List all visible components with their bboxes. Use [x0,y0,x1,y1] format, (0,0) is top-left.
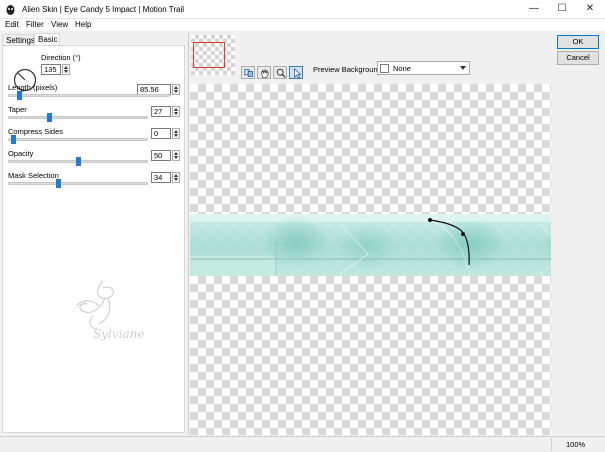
opacity-label: Opacity [8,149,34,158]
taper-label: Taper [8,105,27,114]
navigator-thumbnail[interactable] [191,35,235,75]
opacity-spinner[interactable] [172,150,180,161]
motion-trail-render [190,214,552,276]
menu-edit[interactable]: Edit [5,20,19,29]
mask-selection-slider-thumb[interactable] [56,179,61,188]
taper-slider-track[interactable] [8,116,148,119]
close-icon[interactable]: ✕ [576,0,604,19]
navigator-viewport-frame[interactable] [193,42,225,68]
opacity-input[interactable]: 50 [151,150,171,161]
title-bar: Alien Skin | Eye Candy 5 Impact | Motion… [0,0,605,19]
cancel-button[interactable]: Cancel [557,51,599,65]
ok-button[interactable]: OK [557,35,599,49]
basic-tab-content: Direction (°) 135 Length (pixels) 85.56 … [2,45,185,433]
menu-help[interactable]: Help [75,20,91,29]
minimize-icon[interactable]: — [520,0,548,19]
taper-input[interactable]: 27 [151,106,171,117]
mask-selection-label: Mask Selection [8,171,59,180]
chevron-down-icon [460,66,466,70]
direction-input[interactable]: 135 [41,64,61,75]
opacity-slider-thumb[interactable] [76,157,81,166]
preview-background-select[interactable]: None [377,61,470,75]
menu-bar: Edit Filter View Help [0,19,605,31]
preview-canvas[interactable] [190,84,552,435]
compress-sides-spinner[interactable] [172,128,180,139]
compress-sides-slider-track[interactable] [8,138,148,141]
hand-tool-icon[interactable] [257,66,271,79]
preview-background-value: None [393,64,411,73]
length-label: Length (pixels) [8,83,58,92]
direction-label: Direction (°) [41,53,81,62]
status-divider [551,438,552,451]
length-slider-track[interactable] [8,94,170,97]
alien-skin-icon [6,5,15,15]
direction-spinner[interactable] [62,64,70,75]
preview-background-label: Preview Background: [313,65,384,74]
compare-tool-icon[interactable] [241,66,255,79]
mask-selection-slider-track[interactable] [8,182,148,185]
selection-arrow-tool-icon[interactable] [289,66,303,79]
maximize-icon[interactable]: ☐ [548,0,576,19]
length-slider-thumb[interactable] [17,91,22,100]
compress-sides-label: Compress Sides [8,127,64,136]
window-title: Alien Skin | Eye Candy 5 Impact | Motion… [22,5,185,14]
taper-slider-thumb[interactable] [47,113,52,122]
menu-filter[interactable]: Filter [26,20,44,29]
watermark-logo: Sylviane [76,280,144,341]
dialog-buttons: OK Cancel [551,32,605,435]
zoom-level: 100% [566,440,586,449]
menu-view[interactable]: View [51,20,68,29]
status-bar: 100% [0,436,605,452]
settings-panel: Settings Basic Direction (°) 135 Length … [0,32,187,435]
compress-sides-input[interactable]: 0 [151,128,171,139]
taper-spinner[interactable] [172,106,180,117]
preview-panel: Preview Background: None [188,32,552,435]
svg-text:Sylviane: Sylviane [93,327,144,341]
mask-selection-spinner[interactable] [172,172,180,183]
length-spinner[interactable] [172,84,180,95]
background-swatch [380,64,389,73]
mask-selection-input[interactable]: 34 [151,172,171,183]
zoom-tool-icon[interactable] [273,66,287,79]
compress-sides-slider-thumb[interactable] [11,135,16,144]
